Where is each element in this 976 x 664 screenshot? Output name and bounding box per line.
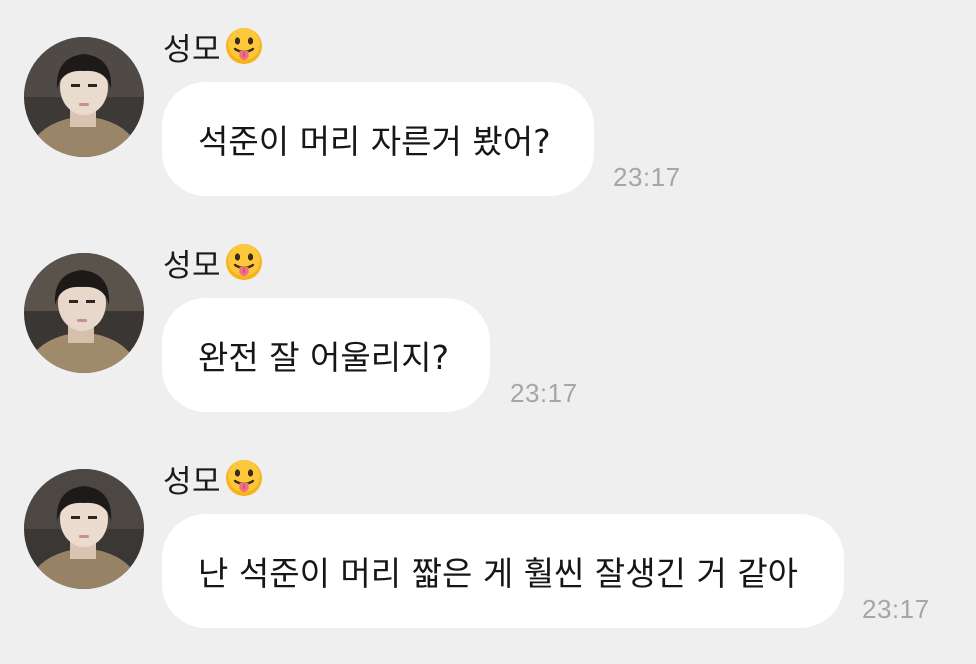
message-time: 23:17 — [613, 162, 681, 192]
message-time: 23:17 — [862, 594, 930, 624]
sender: 성모 — [163, 24, 264, 68]
face-with-tongue-icon — [226, 244, 263, 280]
chat-message: 성모 난 석준이 머리 짧은 게 훨씬 잘생긴 거 같아 23:17 — [0, 432, 976, 648]
message-text: 완전 잘 어울리지? — [198, 338, 450, 377]
avatar[interactable] — [24, 469, 144, 589]
chat-message: 성모 석준이 머리 자른거 봤어? 23:17 — [0, 0, 976, 216]
face-with-tongue-icon — [226, 28, 263, 64]
chat-message: 성모 완전 잘 어울리지? 23:17 — [0, 216, 976, 432]
message-bubble[interactable]: 난 석준이 머리 짧은 게 훨씬 잘생긴 거 같아 — [162, 514, 844, 628]
sender: 성모 — [163, 456, 264, 500]
message-bubble[interactable]: 석준이 머리 자른거 봤어? — [162, 82, 594, 196]
face-with-tongue-icon — [226, 460, 263, 496]
sender-name: 성모 — [163, 247, 222, 284]
message-text: 난 석준이 머리 짧은 게 훨씬 잘생긴 거 같아 — [198, 554, 799, 593]
sender-name: 성모 — [163, 463, 222, 500]
sender: 성모 — [163, 240, 264, 284]
sender-name: 성모 — [163, 31, 222, 68]
avatar[interactable] — [24, 253, 144, 373]
message-bubble[interactable]: 완전 잘 어울리지? — [162, 298, 490, 412]
message-text: 석준이 머리 자른거 봤어? — [198, 122, 551, 161]
message-time: 23:17 — [510, 378, 578, 408]
avatar[interactable] — [24, 37, 144, 157]
